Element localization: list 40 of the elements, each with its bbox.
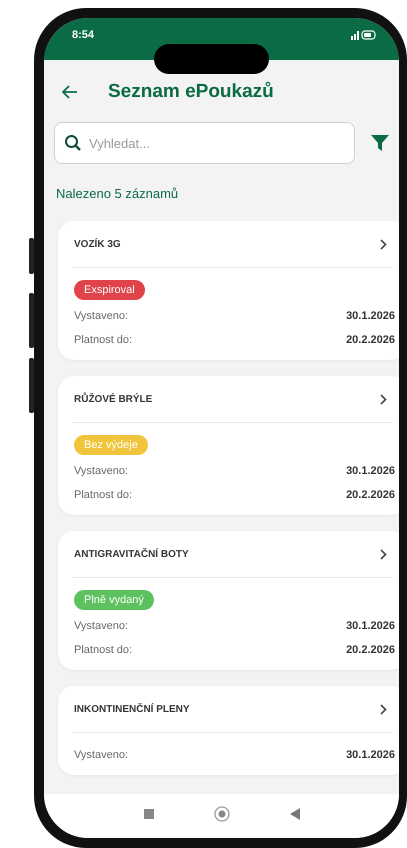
- status-badge: Exspiroval: [74, 280, 145, 300]
- card-title: ANTIGRAVITAČNÍ BOTY: [74, 548, 189, 560]
- card-title: INKONTINENČNÍ PLENY: [74, 704, 190, 714]
- field-label: Vystaveno:: [74, 749, 128, 761]
- field-label: Platnost do:: [74, 334, 132, 346]
- status-badge: Bez výdeje: [74, 435, 148, 455]
- field-label: Platnost do:: [74, 489, 132, 501]
- field-label: Vystaveno:: [74, 465, 128, 477]
- card-title: RŮŽOVÉ BRÝLE: [74, 394, 152, 404]
- chevron-right-icon[interactable]: [380, 394, 387, 404]
- status-time: 8:54: [72, 29, 94, 41]
- voucher-card[interactable]: INKONTINENČNÍ PLENY Vystaveno: 30.1.2026: [58, 686, 399, 775]
- back-arrow-icon[interactable]: [62, 85, 78, 99]
- field-value: 20.2.2026: [346, 489, 395, 501]
- home-icon[interactable]: [214, 806, 230, 822]
- chevron-right-icon[interactable]: [380, 704, 387, 714]
- recents-icon[interactable]: [144, 809, 154, 819]
- field-value: 30.1.2026: [346, 620, 395, 632]
- signal-battery-icon: [351, 30, 377, 40]
- result-count: Nalezeno 5 záznamů: [55, 185, 180, 203]
- field-label: Vystaveno:: [74, 620, 128, 632]
- field-value: 20.2.2026: [346, 334, 395, 346]
- field-label: Vystaveno:: [74, 310, 128, 322]
- search-field[interactable]: Vyhledat...: [54, 122, 355, 164]
- voucher-card[interactable]: VOZÍK 3G Exspiroval Vystaveno: 30.1.2026 Platnost do: 20.2.2026: [58, 221, 399, 360]
- field-value: 30.1.2026: [346, 749, 395, 761]
- status-badge: Plně vydaný: [74, 590, 154, 610]
- chevron-right-icon[interactable]: [380, 548, 387, 560]
- back-triangle-icon[interactable]: [290, 808, 300, 820]
- field-label: Platnost do:: [74, 644, 132, 656]
- field-value: 30.1.2026: [346, 310, 395, 322]
- page-title: Seznam ePoukazů: [108, 81, 274, 103]
- card-title: VOZÍK 3G: [74, 238, 121, 250]
- search-icon: [64, 134, 82, 152]
- voucher-card[interactable]: ANTIGRAVITAČNÍ BOTY Plně vydaný Vystaveno: 30.1.2026 Platnost do: 20.2.2026: [58, 531, 399, 670]
- voucher-card[interactable]: RŮŽOVÉ BRÝLE Bez výdeje Vystaveno: 30.1.2026 Platnost do: 20.2.2026: [58, 376, 399, 515]
- field-value: 30.1.2026: [346, 465, 395, 477]
- field-value: 20.2.2026: [346, 644, 395, 656]
- chevron-right-icon[interactable]: [380, 238, 387, 250]
- filter-icon[interactable]: [371, 135, 389, 151]
